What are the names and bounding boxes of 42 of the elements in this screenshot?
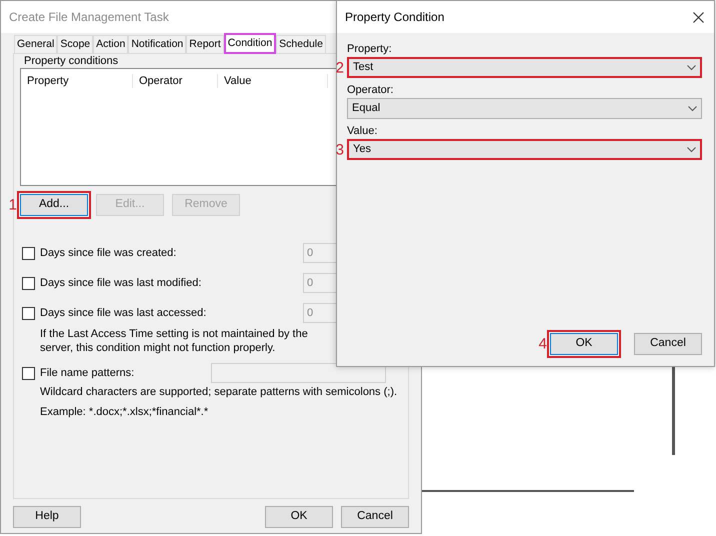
example-text: Example: *.docx;*.xlsx;*financial*.*: [39, 405, 210, 420]
note-text: If the Last Access Time setting is not maintained by the server, this condition might not function properly.: [39, 327, 309, 355]
column-header[interactable]: Operator: [133, 74, 218, 88]
tab[interactable]: Notification: [128, 35, 186, 53]
dialog-button[interactable]: Cancel: [341, 506, 409, 528]
dialog-button[interactable]: OK: [550, 333, 618, 355]
column-header[interactable]: Value: [218, 74, 328, 88]
tab[interactable]: Report: [186, 35, 224, 53]
condition-button[interactable]: Add...: [20, 194, 88, 216]
tab[interactable]: Scope: [57, 35, 94, 53]
tab[interactable]: Schedule: [276, 35, 326, 53]
close-icon[interactable]: [693, 12, 704, 22]
window-title: Create File Management Task: [9, 9, 169, 26]
step-number: 2: [336, 60, 344, 75]
step-number: 4: [538, 336, 547, 352]
window-title: Property Condition: [345, 9, 444, 26]
field-label: Property:: [347, 42, 393, 57]
dropdown[interactable]: Yes: [347, 139, 702, 160]
checkbox[interactable]: [22, 366, 35, 380]
checkbox-label: File name patterns:: [40, 366, 136, 381]
checkbox-label: Days since file was last accessed:: [40, 306, 208, 321]
step-number: 1: [8, 198, 17, 212]
column-header[interactable]: Property: [21, 74, 133, 88]
pattern-field[interactable]: [211, 363, 386, 383]
tab[interactable]: Action: [93, 35, 128, 53]
tab[interactable]: Condition: [224, 33, 276, 54]
hint-text: Wildcard characters are supported; separate patterns with semicolons (;).: [39, 385, 398, 400]
group-title: Property conditions: [23, 54, 118, 68]
chevron-icon: [687, 146, 696, 152]
field-label: Value:: [347, 124, 378, 139]
field-label: Operator:: [347, 83, 394, 98]
dialog-button[interactable]: Cancel: [634, 333, 702, 355]
dropdown[interactable]: Equal: [347, 98, 702, 119]
dialog-button[interactable]: Help: [13, 506, 81, 528]
chevron-icon: [688, 106, 697, 112]
tab[interactable]: General: [14, 35, 58, 53]
step-number: 3: [336, 142, 344, 157]
dropdown[interactable]: Test: [347, 57, 702, 78]
checkbox-label: Days since file was created:: [40, 246, 178, 261]
dialog-button[interactable]: OK: [265, 506, 333, 528]
chevron-icon: [687, 64, 696, 70]
checkbox-label: Days since file was last modified:: [40, 276, 202, 291]
